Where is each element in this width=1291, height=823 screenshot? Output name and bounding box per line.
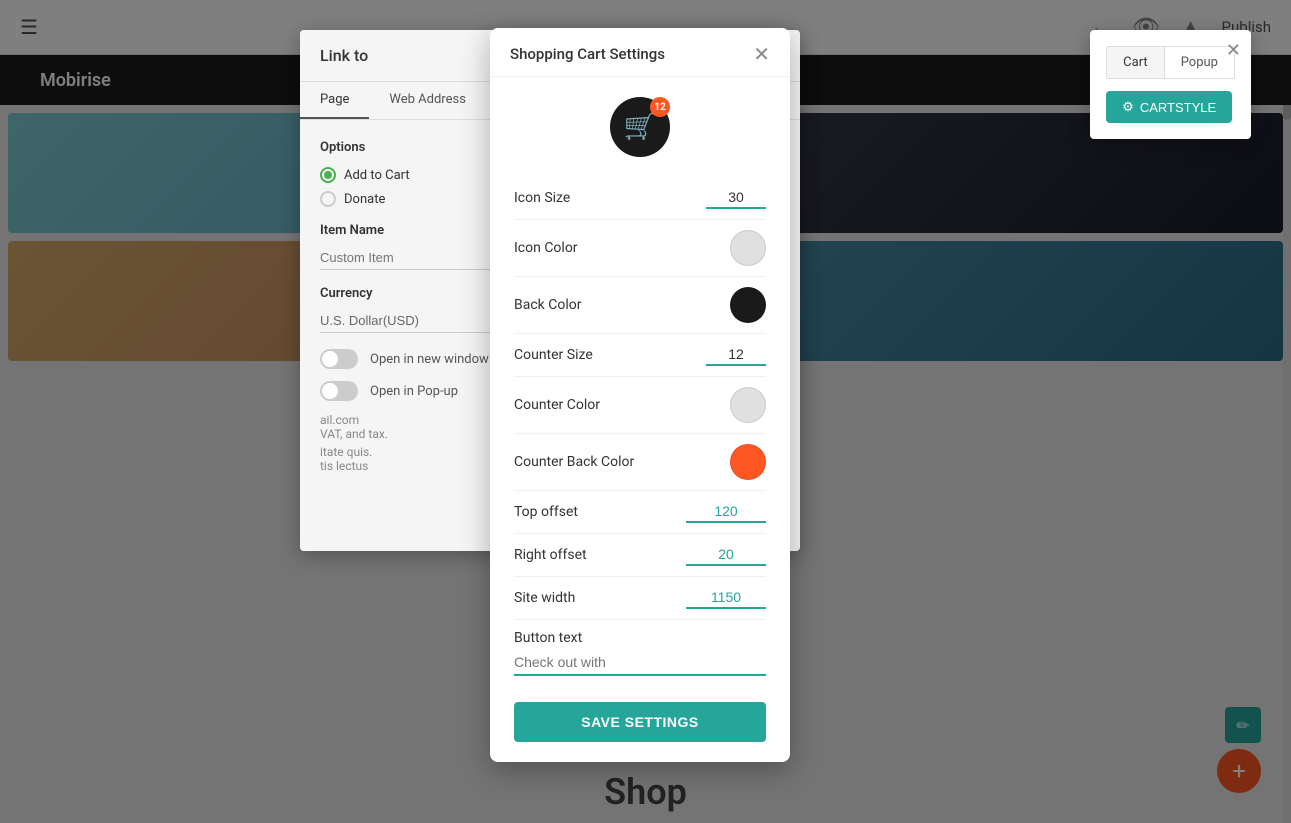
site-width-input[interactable]: [686, 587, 766, 609]
cart-badge: 12: [650, 97, 670, 117]
tab-popup[interactable]: Popup: [1164, 47, 1234, 78]
back-color-swatch[interactable]: [730, 287, 766, 323]
button-text-section: Button text: [514, 620, 766, 686]
icon-size-row: Icon Size: [514, 177, 766, 220]
toggle-new-window-switch[interactable]: [320, 349, 358, 369]
icon-color-label: Icon Color: [514, 240, 578, 256]
toggle-new-window-label: Open in new window: [370, 352, 489, 367]
right-panel-tabs: Cart Popup: [1106, 46, 1235, 79]
toggle-popup-switch[interactable]: [320, 381, 358, 401]
back-color-label: Back Color: [514, 297, 581, 313]
right-offset-label: Right offset: [514, 547, 587, 563]
counter-color-label: Counter Color: [514, 397, 600, 413]
add-to-cart-label: Add to Cart: [344, 168, 410, 183]
right-panel: Cart Popup ⚙ CARTSTYLE ✕: [1090, 30, 1251, 139]
cart-modal-close-button[interactable]: ✕: [753, 44, 770, 64]
right-panel-close-button[interactable]: ✕: [1226, 40, 1241, 61]
tab-page[interactable]: Page: [300, 82, 369, 119]
counter-back-color-row: Counter Back Color: [514, 434, 766, 491]
cart-symbol: 🛒: [624, 112, 656, 142]
donate-label: Donate: [344, 192, 385, 207]
link-modal-title: Link to: [320, 46, 368, 65]
top-offset-row: Top offset: [514, 491, 766, 534]
button-text-label: Button text: [514, 630, 766, 646]
gear-icon: ⚙: [1122, 99, 1134, 115]
top-offset-label: Top offset: [514, 504, 578, 520]
tab-cart[interactable]: Cart: [1107, 47, 1164, 78]
counter-back-color-label: Counter Back Color: [514, 454, 634, 470]
radio-circle-donate: [320, 191, 336, 207]
icon-color-swatch[interactable]: [730, 230, 766, 266]
site-width-label: Site width: [514, 590, 575, 606]
counter-size-row: Counter Size: [514, 334, 766, 377]
back-color-row: Back Color: [514, 277, 766, 334]
cartstyle-label: CARTSTYLE: [1140, 100, 1216, 115]
icon-color-row: Icon Color: [514, 220, 766, 277]
counter-back-color-swatch[interactable]: [730, 444, 766, 480]
counter-size-label: Counter Size: [514, 347, 593, 363]
radio-circle-add-to-cart: [320, 167, 336, 183]
site-width-row: Site width: [514, 577, 766, 620]
cartstyle-button[interactable]: ⚙ CARTSTYLE: [1106, 91, 1232, 123]
save-settings-button[interactable]: SAVE SETTINGS: [514, 702, 766, 742]
tab-web-address[interactable]: Web Address: [369, 82, 486, 119]
counter-size-input[interactable]: [706, 344, 766, 366]
toggle-popup-label: Open in Pop-up: [370, 384, 458, 399]
right-offset-row: Right offset: [514, 534, 766, 577]
button-text-input[interactable]: [514, 650, 766, 676]
cart-modal-title: Shopping Cart Settings: [510, 45, 665, 63]
cart-modal-body: Icon Size Icon Color Back Color Counter …: [490, 167, 790, 762]
cart-modal-header: Shopping Cart Settings ✕: [490, 28, 790, 77]
counter-color-swatch[interactable]: [730, 387, 766, 423]
cart-icon-circle: 🛒 12: [610, 97, 670, 157]
cart-icon-area: 🛒 12: [490, 77, 790, 167]
right-offset-input[interactable]: [686, 544, 766, 566]
icon-size-input[interactable]: [706, 187, 766, 209]
cart-settings-modal: Shopping Cart Settings ✕ 🛒 12 Icon Size …: [490, 28, 790, 762]
counter-color-row: Counter Color: [514, 377, 766, 434]
icon-size-label: Icon Size: [514, 190, 570, 206]
top-offset-input[interactable]: [686, 501, 766, 523]
